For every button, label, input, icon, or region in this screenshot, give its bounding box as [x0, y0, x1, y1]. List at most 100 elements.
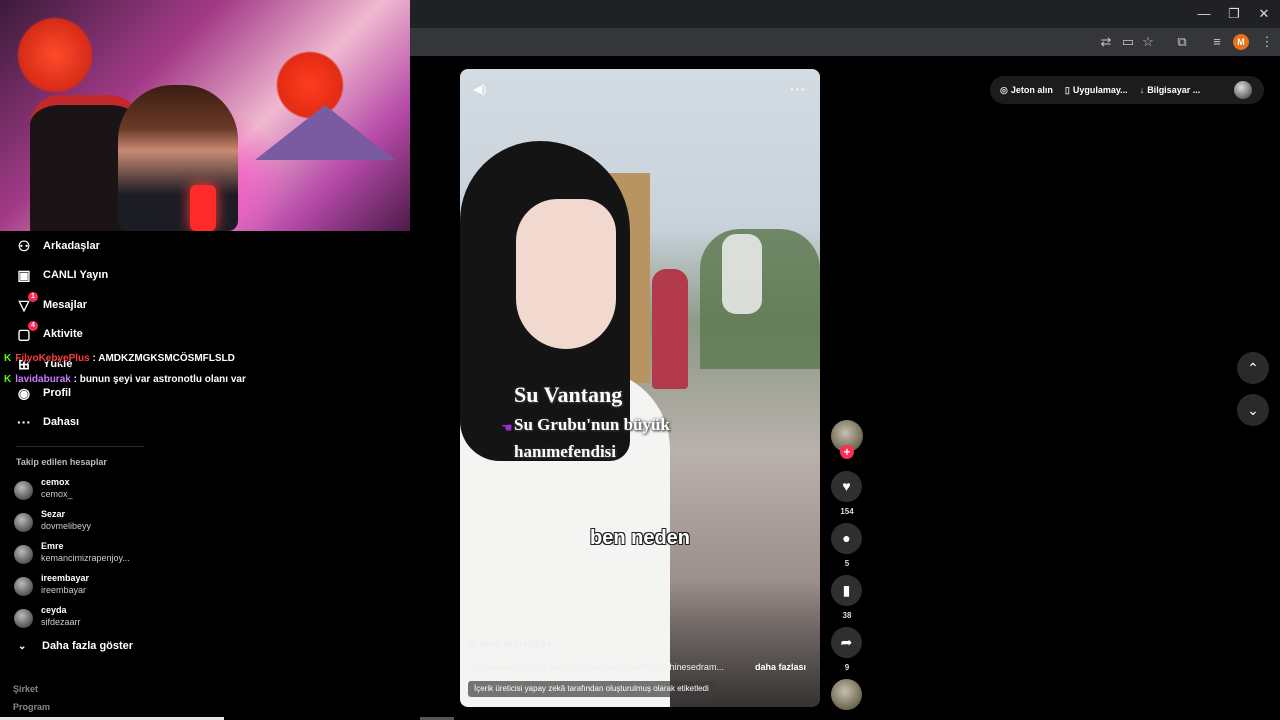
coin-icon: ◎: [1000, 84, 1008, 95]
account-username: kemancimizrapenjoy...: [41, 553, 130, 563]
followed-account[interactable]: Sezar dovmelibeyy: [14, 509, 154, 537]
following-title: Takip edilen hesaplar: [16, 457, 107, 467]
cast-icon[interactable]: ▭: [1119, 33, 1137, 51]
footer-link-company[interactable]: Şirket: [13, 684, 38, 694]
save-button[interactable]: ▮: [831, 575, 862, 606]
show-more-button[interactable]: ⌄ Daha fazla göster: [18, 640, 133, 652]
like-count: 154: [840, 507, 854, 516]
activity-icon: ▢ 4: [16, 321, 38, 342]
sidebar-item-activity[interactable]: ▢ 4 Aktivite: [16, 321, 83, 345]
sidebar-item-label: Arkadaşlar: [43, 240, 100, 252]
video-overlay-caption-line: hanımefendisi: [514, 442, 617, 461]
chat-username: FilyoKebyePlus: [15, 353, 90, 364]
account-username: dovmelibeyy: [41, 521, 92, 531]
video-scene-background-person: [722, 234, 762, 314]
translate-icon[interactable]: ⇄: [1097, 33, 1115, 51]
share-count: 9: [844, 663, 850, 672]
chat-text: : AMDKZMGKSMCÖSMFLSLD: [92, 353, 235, 364]
video-scene-face: [516, 199, 616, 349]
sidebar-item-label: CANLI Yayın: [43, 269, 109, 281]
account-name: cemox: [41, 477, 70, 487]
wall-art-mountain: [255, 105, 395, 160]
save-count: 38: [842, 611, 852, 620]
sidebar-item-messages[interactable]: ▽ 1 Mesajlar: [16, 292, 88, 316]
video-player[interactable]: ◀) ··· Su Vantang Su Grubu'nun büyük han…: [460, 69, 820, 707]
account-name: Emre: [41, 541, 64, 551]
caption-more-link[interactable]: daha fazlası: [755, 662, 806, 672]
account-username: sifdezaarr: [41, 617, 81, 627]
sidebar-item-label: Aktivite: [43, 328, 83, 340]
avatar: [14, 609, 33, 628]
video-caption: Yanılsamanın çiçeği part 1 iyi seyirler …: [468, 662, 724, 672]
sidebar-item-live[interactable]: ▣ CANLI Yayın: [16, 264, 108, 286]
sidebar-item-more[interactable]: ··· Dahası: [16, 411, 79, 433]
next-video-button[interactable]: ⌄: [1237, 394, 1269, 426]
kick-icon: K: [4, 353, 12, 364]
chat-username: lavidaburak: [15, 374, 71, 385]
close-icon[interactable]: ✕: [1254, 4, 1274, 24]
get-coins-button[interactable]: ◎ Jeton alın: [1000, 85, 1053, 96]
sidebar-divider: [16, 446, 144, 447]
account-username: cemox_: [41, 489, 73, 499]
messages-badge: 1: [28, 292, 38, 302]
desktop-app-button[interactable]: ↓ Bilgisayar ...: [1140, 85, 1201, 95]
get-coins-label: Jeton alın: [1010, 84, 1053, 95]
download-icon: ↓: [1139, 85, 1145, 95]
messages-icon: ▽ 1: [16, 292, 38, 313]
streamer: [118, 85, 238, 231]
video-overlay-caption-line: Su Grubu'nun büyük: [514, 415, 670, 434]
menu-dots-icon[interactable]: ⋮: [1258, 33, 1276, 51]
restore-icon[interactable]: ❐: [1224, 4, 1244, 24]
extensions-icon[interactable]: ⧉: [1173, 33, 1191, 51]
chat-message: Klavidaburak : bunun şeyi var astronotlu…: [4, 374, 246, 388]
microphone: [190, 185, 216, 231]
bookmark-icon: ▮: [842, 582, 851, 598]
chat-message: K FilyoKebyePlus : AMDKZMGKSMCÖSMFLSLD: [4, 353, 235, 367]
footer-link-program[interactable]: Program: [13, 702, 50, 712]
chevron-down-icon: ⌄: [18, 640, 27, 652]
account-name: ceyda: [41, 605, 67, 615]
followed-account[interactable]: cemox cemox_: [14, 477, 154, 505]
get-app-label: Uygulamay...: [1072, 84, 1128, 95]
live-icon: ▣: [17, 267, 31, 283]
share-button[interactable]: ➦: [831, 627, 862, 658]
followed-account[interactable]: ireembayar ireembayar: [14, 573, 154, 601]
music-disc-avatar[interactable]: [831, 679, 862, 710]
followed-account[interactable]: ceyda sifdezaarr: [14, 605, 154, 633]
get-app-button[interactable]: ▯ Uygulamay...: [1065, 85, 1128, 96]
follow-button[interactable]: +: [840, 445, 854, 459]
profile-avatar-icon[interactable]: M: [1233, 34, 1249, 50]
reading-list-icon[interactable]: ≡: [1208, 33, 1226, 51]
kick-icon: K: [4, 374, 12, 385]
chat-text: : bunun şeyi var astronotlu olanı var: [73, 374, 246, 385]
account-name: Sezar: [41, 509, 66, 519]
avatar: [14, 481, 33, 500]
sidebar-item-label: Dahası: [43, 416, 80, 428]
webcam-overlay: [0, 0, 410, 231]
friends-icon: ⚇: [17, 238, 31, 254]
avatar: [14, 577, 33, 596]
more-options-icon[interactable]: ···: [790, 82, 806, 97]
comment-count: 5: [844, 559, 850, 568]
previous-video-button[interactable]: ⌃: [1237, 352, 1269, 384]
bookmark-star-icon[interactable]: ☆: [1139, 33, 1157, 51]
comment-icon: ●: [842, 530, 851, 546]
sidebar-item-label: Profil: [43, 387, 72, 399]
video-author[interactable]: drama.world044: [468, 638, 552, 650]
desktop-app-label: Bilgisayar ...: [1147, 85, 1201, 95]
followed-account[interactable]: Emre kemancimizrapenjoy...: [14, 541, 154, 569]
video-overlay-name: Su Vantang: [514, 382, 623, 407]
user-avatar[interactable]: [1234, 81, 1252, 99]
like-button[interactable]: ♥: [831, 471, 862, 502]
avatar: [14, 545, 33, 564]
activity-badge: 4: [28, 321, 38, 331]
sidebar-item-label: Mesajlar: [43, 299, 88, 311]
sidebar-item-friends[interactable]: ⚇ Arkadaşlar: [16, 235, 100, 257]
minimize-icon[interactable]: —: [1194, 4, 1214, 24]
chevron-up-icon: ⌃: [1247, 360, 1259, 376]
chevron-down-icon: ⌄: [1247, 402, 1259, 418]
ai-generated-label: İçerik üreticisi yapay zekâ tarafından o…: [468, 681, 715, 697]
comment-button[interactable]: ●: [831, 523, 862, 554]
volume-icon[interactable]: ◀): [473, 82, 487, 96]
video-subtitle: ben neden: [589, 527, 690, 549]
